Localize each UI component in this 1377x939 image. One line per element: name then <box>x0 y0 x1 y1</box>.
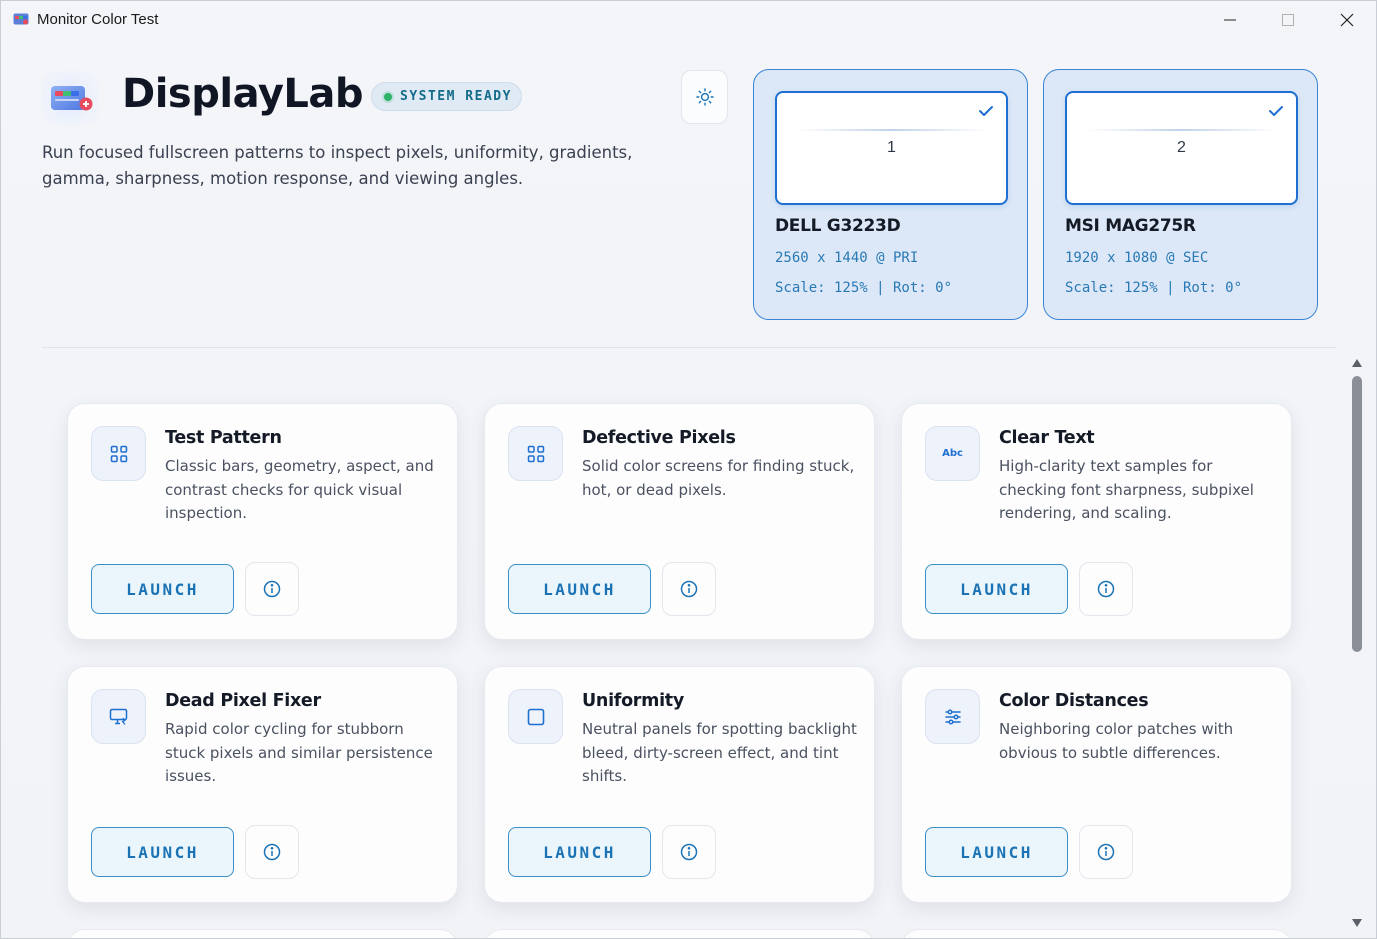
display-logo-icon <box>51 86 93 111</box>
monitor-number: 1 <box>887 139 896 156</box>
launch-button[interactable]: LAUNCH <box>91 827 234 877</box>
logo <box>41 71 99 125</box>
info-button[interactable] <box>662 825 716 879</box>
brand-title: DisplayLab <box>122 71 364 117</box>
info-icon <box>680 843 698 861</box>
app-window: Monitor Color Test DisplayLab SYSTEM REA… <box>0 0 1377 939</box>
launch-button[interactable]: LAUNCH <box>91 564 234 614</box>
maximize-button[interactable] <box>1259 1 1317 39</box>
subtitle: Run focused fullscreen patterns to inspe… <box>42 143 633 188</box>
info-icon <box>263 843 281 861</box>
test-title: Dead Pixel Fixer <box>165 691 321 711</box>
launch-button[interactable]: LAUNCH <box>508 827 651 877</box>
info-button[interactable] <box>662 562 716 616</box>
maximize-icon <box>1282 14 1294 26</box>
monitor-card-1[interactable]: 1 DELL G3223D 2560 x 1440 @ PRI Scale: 1… <box>753 69 1028 320</box>
test-card-dead-pixel-fixer: Dead Pixel Fixer Rapid color cycling for… <box>67 666 458 903</box>
monitor-resolution: 2560 x 1440 @ PRI <box>775 250 919 266</box>
monitor-preview: 1 <box>775 91 1008 205</box>
test-card-partial <box>67 929 458 938</box>
monitor-number: 2 <box>1177 139 1186 156</box>
test-description: Neutral panels for spotting backlight bl… <box>582 720 857 785</box>
info-icon <box>1097 580 1115 598</box>
grid-icon <box>508 426 563 481</box>
text-abc-icon: Abc <box>925 426 980 481</box>
monitor-name: DELL G3223D <box>775 216 901 236</box>
monitor-repair-icon <box>91 689 146 744</box>
launch-button[interactable]: LAUNCH <box>925 827 1068 877</box>
test-title: Test Pattern <box>165 428 282 448</box>
test-card-color-distances: Color Distances Neighboring color patche… <box>901 666 1292 903</box>
divider <box>42 347 1337 348</box>
sliders-icon <box>925 689 980 744</box>
status-dot-icon <box>384 92 392 101</box>
window-title: Monitor Color Test <box>37 11 159 28</box>
info-button[interactable] <box>245 562 299 616</box>
monitor-card-2[interactable]: 2 MSI MAG275R 1920 x 1080 @ SEC Scale: 1… <box>1043 69 1318 320</box>
monitor-preview: 2 <box>1065 91 1298 205</box>
test-description: Solid color screens for finding stuck, h… <box>582 457 855 499</box>
test-card-defective-pixels: Defective Pixels Solid color screens for… <box>484 403 875 640</box>
check-icon <box>1269 106 1283 116</box>
info-button[interactable] <box>245 825 299 879</box>
test-description: Rapid color cycling for stubborn stuck p… <box>165 720 433 785</box>
scroll-up-arrow-icon[interactable] <box>1351 358 1363 368</box>
test-description: High-clarity text samples for checking f… <box>999 457 1254 522</box>
app-icon <box>13 13 29 25</box>
monitor-resolution: 1920 x 1080 @ SEC <box>1065 250 1209 266</box>
sun-icon <box>695 88 714 106</box>
title-bar: Monitor Color Test <box>1 1 1376 39</box>
info-icon <box>263 580 281 598</box>
close-button[interactable] <box>1318 1 1376 39</box>
minimize-button[interactable] <box>1201 1 1259 39</box>
info-button[interactable] <box>1079 825 1133 879</box>
grid-icon <box>91 426 146 481</box>
test-card-partial <box>484 929 875 938</box>
launch-button[interactable]: LAUNCH <box>925 564 1068 614</box>
test-title: Defective Pixels <box>582 428 736 448</box>
test-description: Classic bars, geometry, aspect, and cont… <box>165 457 434 522</box>
monitor-name: MSI MAG275R <box>1065 216 1196 236</box>
info-icon <box>1097 843 1115 861</box>
scrollbar-thumb[interactable] <box>1352 376 1362 652</box>
check-icon <box>979 106 993 116</box>
test-card-partial <box>901 929 1292 938</box>
test-description: Neighboring color patches with obvious t… <box>999 720 1234 762</box>
test-title: Uniformity <box>582 691 684 711</box>
status-badge: SYSTEM READY <box>371 82 522 111</box>
launch-button[interactable]: LAUNCH <box>508 564 651 614</box>
status-text: SYSTEM READY <box>400 89 512 104</box>
scroll-down-arrow-icon[interactable] <box>1351 918 1363 928</box>
minimize-icon <box>1224 19 1236 21</box>
test-card-clear-text: Abc Clear Text High-clarity text samples… <box>901 403 1292 640</box>
square-icon <box>508 689 563 744</box>
theme-toggle-button[interactable] <box>681 70 728 124</box>
close-icon <box>1340 13 1354 27</box>
monitor-scale: Scale: 125% | Rot: 0° <box>1065 280 1243 296</box>
test-title: Color Distances <box>999 691 1149 711</box>
test-card-test-pattern: Test Pattern Classic bars, geometry, asp… <box>67 403 458 640</box>
monitor-scale: Scale: 125% | Rot: 0° <box>775 280 953 296</box>
test-card-uniformity: Uniformity Neutral panels for spotting b… <box>484 666 875 903</box>
info-icon <box>680 580 698 598</box>
info-button[interactable] <box>1079 562 1133 616</box>
test-title: Clear Text <box>999 428 1095 448</box>
